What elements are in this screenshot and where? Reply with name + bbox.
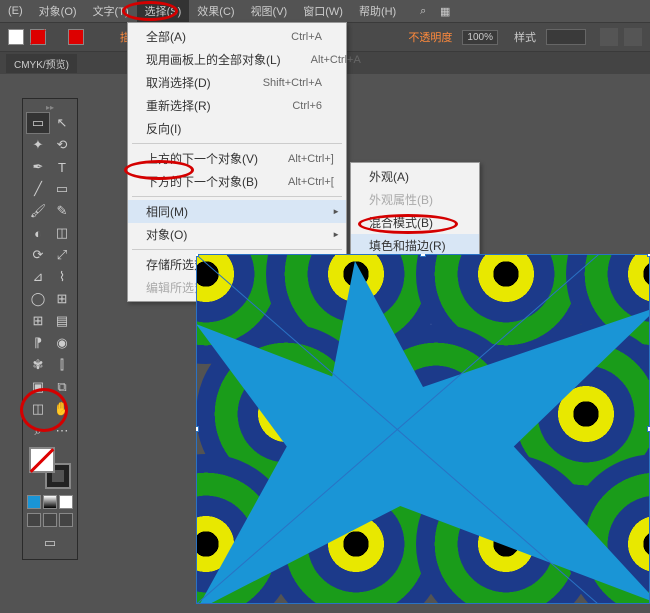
color-mode[interactable] — [27, 495, 41, 509]
pen-tool[interactable]: ✒ — [27, 157, 49, 177]
menu-inverse[interactable]: 反向(I) — [128, 117, 346, 140]
menu-next-below[interactable]: 下方的下一个对象(B)Alt+Ctrl+[ — [128, 170, 346, 193]
graph-tool[interactable]: ⫿ — [51, 355, 73, 375]
draw-normal[interactable] — [27, 513, 41, 527]
fill-stroke-control[interactable] — [29, 447, 71, 489]
magic-wand-tool[interactable]: ✦ — [27, 135, 49, 155]
transform-icon[interactable] — [624, 28, 642, 46]
none-mode[interactable] — [59, 495, 73, 509]
lasso-tool[interactable]: ⟲ — [51, 135, 73, 155]
draw-inside[interactable] — [59, 513, 73, 527]
tab-handle-icon[interactable]: ▸▸ — [27, 103, 73, 111]
extra-tool[interactable]: ⋯ — [51, 421, 73, 441]
menu-object[interactable]: 对象(O) — [128, 223, 346, 246]
warp-tool[interactable]: ⌇ — [51, 267, 73, 287]
draw-behind[interactable] — [43, 513, 57, 527]
style-label: 样式 — [514, 29, 536, 45]
menu-help[interactable]: 帮助(H) — [351, 0, 404, 22]
mesh-tool[interactable]: ⊞ — [27, 311, 49, 331]
blob-tool[interactable]: ◐ — [27, 223, 49, 243]
shaper-tool[interactable]: ◯ — [27, 289, 49, 309]
menu-view[interactable]: 视图(V) — [243, 0, 296, 22]
menu-select-artboard[interactable]: 现用画板上的全部对象(L)Alt+Ctrl+A — [128, 48, 346, 71]
rotate-tool[interactable]: ⟳ — [27, 245, 49, 265]
arrange-icon[interactable]: ▦ — [436, 2, 454, 20]
menu-edit[interactable]: (E) — [0, 2, 31, 20]
direct-selection-tool[interactable]: ↖ — [51, 113, 73, 133]
pencil-tool[interactable]: ✎ — [51, 201, 73, 221]
brush-tool[interactable]: 🖌 — [27, 201, 49, 221]
style-dropdown[interactable] — [546, 29, 586, 45]
selection-bounds — [196, 254, 650, 604]
no-fill-swatch[interactable] — [30, 29, 46, 45]
gradient-mode[interactable] — [43, 495, 57, 509]
eyedropper-tool[interactable]: ⁋ — [27, 333, 49, 353]
toolbox: ▸▸ ▭↖ ✦⟲ ✒T ╱▭ 🖌✎ ◐◫ ⟳⤢ ⊿⌇ ◯⊞ ⊞▤ ⁋◉ ✾⫿ ▣… — [22, 98, 78, 560]
menu-reselect[interactable]: 重新选择(R)Ctrl+6 — [128, 94, 346, 117]
menu-type[interactable]: 文字(T) — [85, 0, 137, 22]
artboard-tool[interactable]: ▣ — [27, 377, 49, 397]
menu-deselect[interactable]: 取消选择(D)Shift+Ctrl+A — [128, 71, 346, 94]
zoom-tool[interactable]: ⌕ — [27, 421, 49, 441]
gradient-tool[interactable]: ▤ — [51, 311, 73, 331]
same-appearance[interactable]: 外观(A) — [351, 165, 479, 188]
same-blend-mode[interactable]: 混合模式(B) — [351, 211, 479, 234]
menu-select-all[interactable]: 全部(A)Ctrl+A — [128, 25, 346, 48]
fill-control[interactable] — [29, 447, 55, 473]
screen-mode[interactable]: ▭ — [27, 533, 73, 553]
menu-window[interactable]: 窗口(W) — [295, 0, 351, 22]
perspective-tool[interactable]: ◫ — [27, 399, 49, 419]
canvas[interactable] — [196, 254, 650, 604]
scale-tool[interactable]: ⤢ — [51, 245, 73, 265]
slice-tool[interactable]: ⧉ — [51, 377, 73, 397]
blend-tool[interactable]: ◉ — [51, 333, 73, 353]
menu-effect[interactable]: 效果(C) — [189, 0, 242, 22]
type-tool[interactable]: T — [51, 157, 73, 177]
search-icon[interactable]: ⌕ — [414, 2, 432, 20]
rectangle-tool[interactable]: ▭ — [51, 179, 73, 199]
fill-swatch[interactable] — [8, 29, 24, 45]
menu-select[interactable]: 选择(S) — [137, 0, 190, 22]
free-transform-tool[interactable]: ⊞ — [51, 289, 73, 309]
hand-tool[interactable]: ✋ — [51, 399, 73, 419]
opacity-label: 不透明度 — [408, 29, 452, 45]
menu-object[interactable]: 对象(O) — [31, 0, 85, 22]
eraser-tool[interactable]: ◫ — [51, 223, 73, 243]
opacity-value[interactable]: 100% — [462, 30, 498, 45]
width-tool[interactable]: ⊿ — [27, 267, 49, 287]
line-tool[interactable]: ╱ — [27, 179, 49, 199]
stroke-swatch[interactable] — [68, 29, 84, 45]
symbol-tool[interactable]: ✾ — [27, 355, 49, 375]
menu-same[interactable]: 相同(M) — [128, 200, 346, 223]
menubar: (E) 对象(O) 文字(T) 选择(S) 效果(C) 视图(V) 窗口(W) … — [0, 0, 650, 22]
menu-next-above[interactable]: 上方的下一个对象(V)Alt+Ctrl+] — [128, 147, 346, 170]
same-appearance-attr: 外观属性(B) — [351, 188, 479, 211]
document-tab[interactable]: CMYK/预览) — [6, 54, 77, 73]
align-icon[interactable] — [600, 28, 618, 46]
selection-tool[interactable]: ▭ — [27, 113, 49, 133]
